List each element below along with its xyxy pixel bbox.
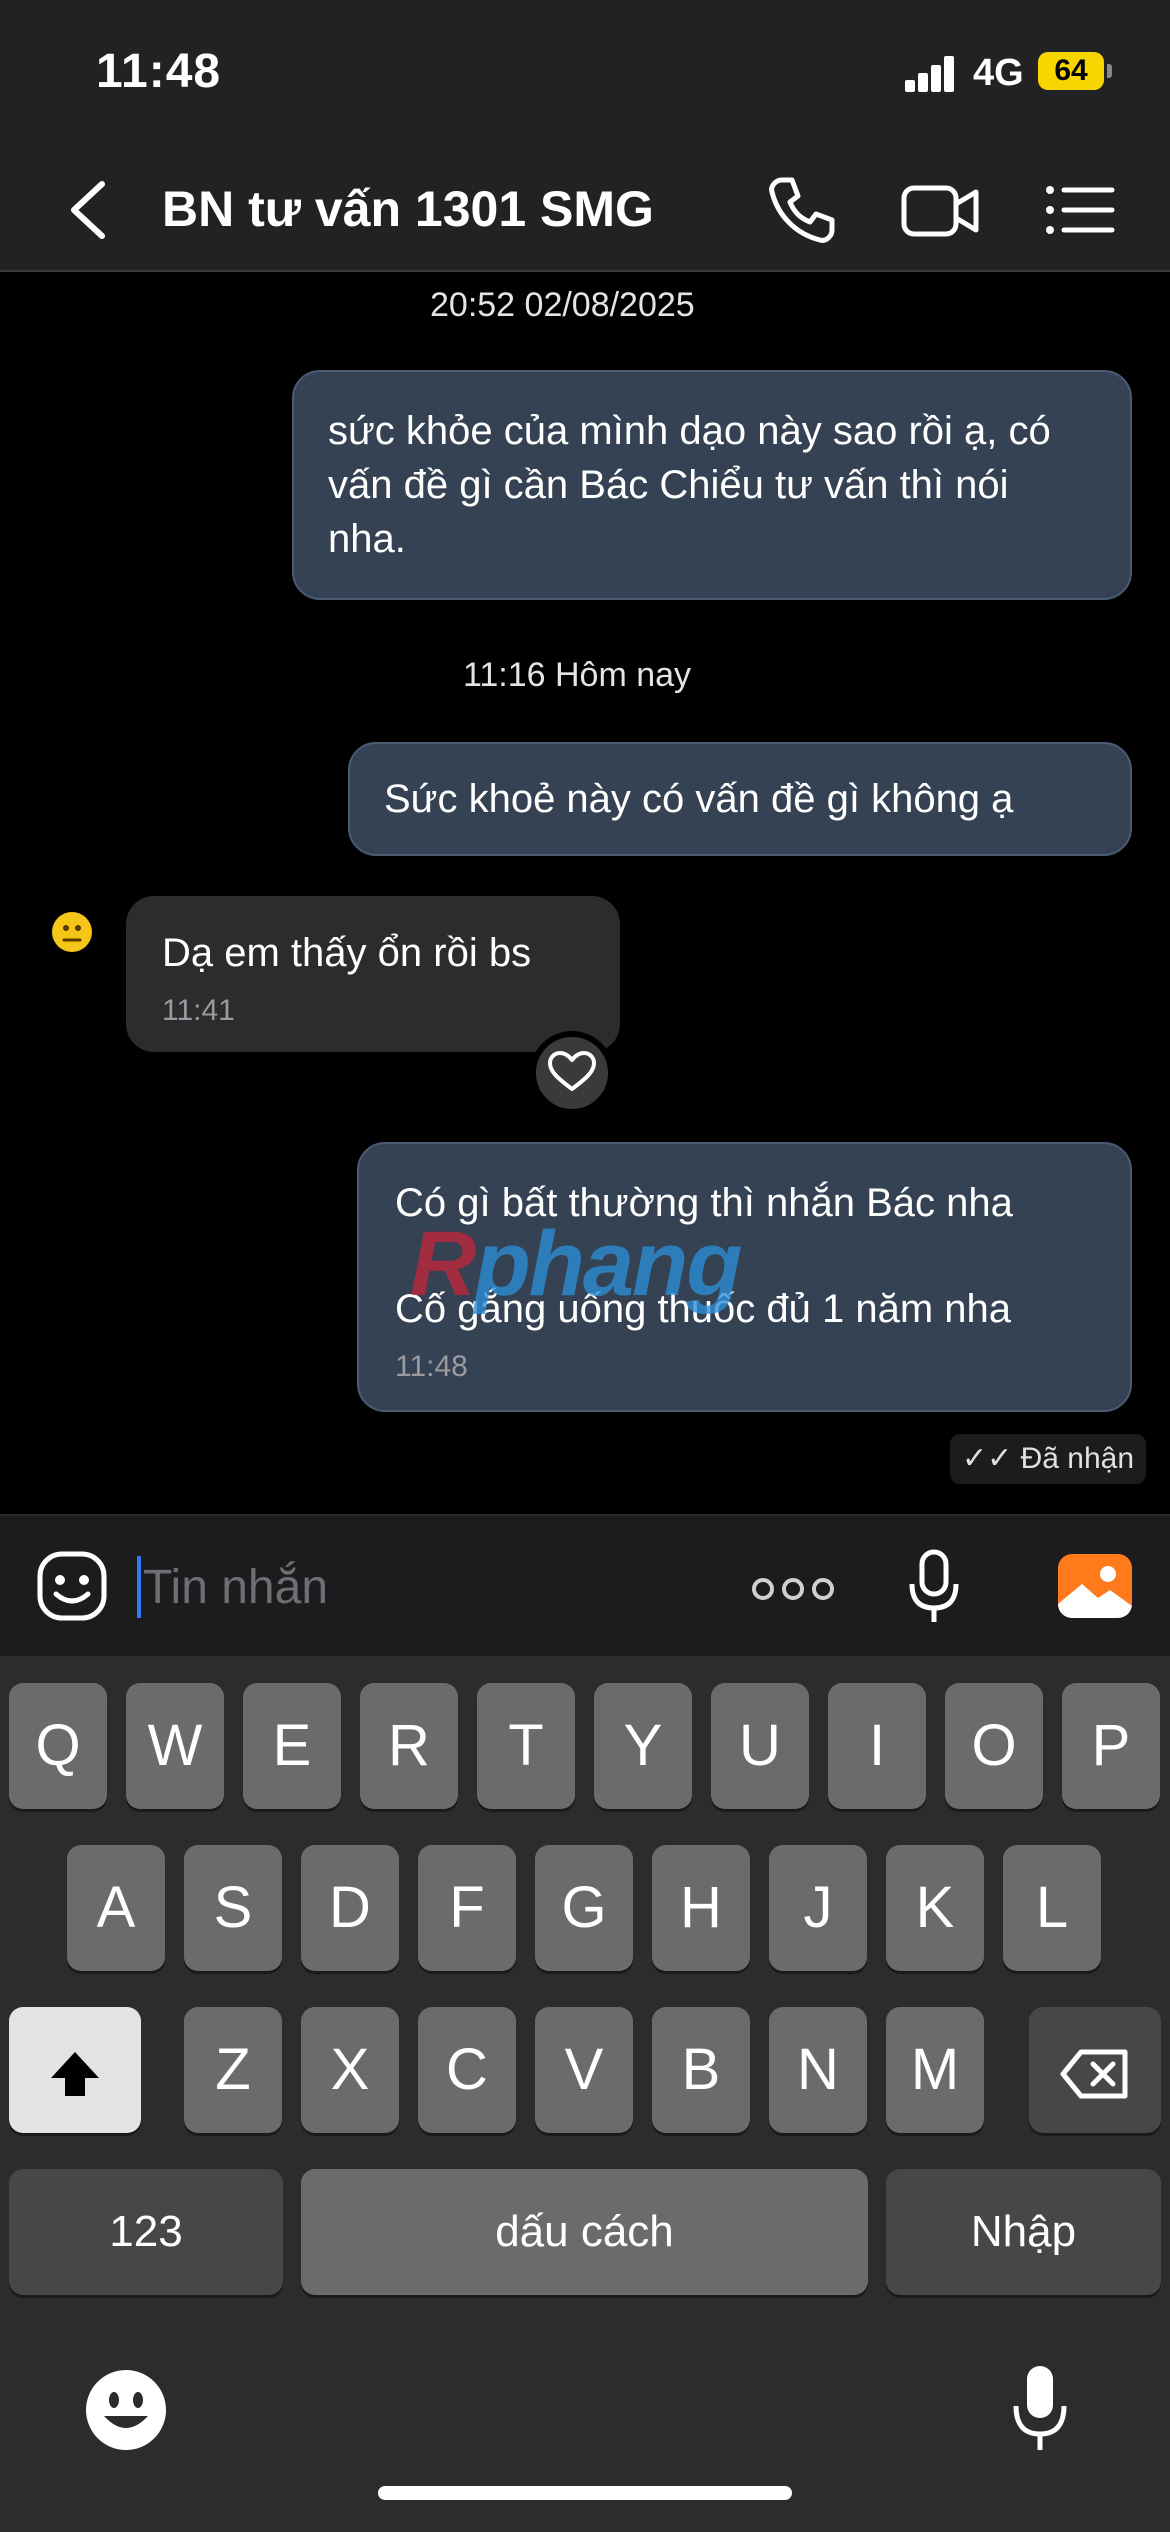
dictation-microphone-icon[interactable] [1010, 2364, 1070, 2456]
video-call-icon[interactable] [900, 170, 980, 250]
key-o[interactable]: O [945, 1683, 1043, 1809]
key-y[interactable]: Y [594, 1683, 692, 1809]
key-u[interactable]: U [711, 1683, 809, 1809]
key-q[interactable]: Q [9, 1683, 107, 1809]
key-n[interactable]: N [769, 2007, 867, 2133]
text-cursor [137, 1556, 141, 1618]
message-text: Dạ em thấy ổn rồi bs [162, 931, 532, 975]
key-g[interactable]: G [535, 1845, 633, 1971]
status-time: 11:48 [96, 45, 222, 98]
double-check-icon: ✓✓ [962, 1442, 1013, 1475]
key-k[interactable]: K [886, 1845, 984, 1971]
avatar[interactable] [52, 912, 92, 952]
chat-header: BN tư vấn 1301 SMG [0, 150, 1170, 272]
shift-key[interactable] [9, 2007, 141, 2133]
date-separator: 11:16 Hôm nay [463, 656, 692, 694]
key-j[interactable]: J [769, 1845, 867, 1971]
message-time: 11:41 [162, 994, 235, 1027]
key-z[interactable]: Z [184, 2007, 282, 2133]
outgoing-message[interactable]: sức khỏe của mình dạo này sao rồi ạ, có … [292, 370, 1132, 600]
sticker-icon[interactable] [36, 1550, 108, 1622]
image-picker-icon[interactable] [1058, 1554, 1132, 1618]
message-input-bar: Tin nhắn [0, 1514, 1170, 1656]
key-l[interactable]: L [1003, 1845, 1101, 1971]
message-input[interactable]: Tin nhắn [143, 1560, 328, 1615]
key-x[interactable]: X [301, 2007, 399, 2133]
key-v[interactable]: V [535, 2007, 633, 2133]
microphone-icon[interactable] [906, 1548, 962, 1628]
key-r[interactable]: R [360, 1683, 458, 1809]
network-type: 4G [973, 52, 1024, 94]
delete-key[interactable] [1029, 2007, 1161, 2133]
battery-icon: 64 [1038, 52, 1104, 90]
numbers-key[interactable]: 123 [9, 2169, 283, 2295]
list-menu-icon[interactable] [1040, 170, 1120, 250]
key-b[interactable]: B [652, 2007, 750, 2133]
message-text: sức khỏe của mình dạo này sao rồi ạ, có … [328, 409, 1051, 561]
message-text: Có gì bất thường thì nhắn Bác nha [395, 1181, 1013, 1225]
key-e[interactable]: E [243, 1683, 341, 1809]
key-h[interactable]: H [652, 1845, 750, 1971]
delivery-status: ✓✓ Đã nhận [950, 1434, 1147, 1484]
keyboard: Q W E R T Y U I O P A S D F G H J K L Z … [0, 1656, 1170, 2532]
key-w[interactable]: W [126, 1683, 224, 1809]
battery-tip [1107, 64, 1112, 78]
back-chevron-icon[interactable] [62, 178, 114, 242]
conversation-title[interactable]: BN tư vấn 1301 SMG [162, 180, 654, 238]
status-bar: 11:48 4G 64 [0, 0, 1170, 150]
space-key[interactable]: dấu cách [301, 2169, 868, 2295]
heart-reaction-icon[interactable] [530, 1031, 614, 1115]
incoming-message[interactable]: Dạ em thấy ổn rồi bs 11:41 [126, 896, 620, 1052]
enter-key[interactable]: Nhập [886, 2169, 1161, 2295]
outgoing-message[interactable]: Sức khoẻ này có vấn đề gì không ạ [348, 742, 1132, 856]
more-options-icon[interactable] [752, 1578, 834, 1602]
key-f[interactable]: F [418, 1845, 516, 1971]
signal-icon [905, 56, 955, 92]
outgoing-message[interactable]: Có gì bất thường thì nhắn Bác nha Cố gắn… [357, 1142, 1132, 1412]
home-indicator[interactable] [378, 2486, 792, 2500]
key-m[interactable]: M [886, 2007, 984, 2133]
key-c[interactable]: C [418, 2007, 516, 2133]
key-a[interactable]: A [67, 1845, 165, 1971]
key-t[interactable]: T [477, 1683, 575, 1809]
message-time: 11:48 [395, 1350, 468, 1383]
key-s[interactable]: S [184, 1845, 282, 1971]
date-separator: 20:52 02/08/2025 [430, 286, 695, 324]
message-text: Sức khoẻ này có vấn đề gì không ạ [384, 777, 1014, 821]
message-list[interactable]: 20:52 02/08/2025 sức khỏe của mình dạo n… [0, 272, 1170, 1514]
key-p[interactable]: P [1062, 1683, 1160, 1809]
key-d[interactable]: D [301, 1845, 399, 1971]
phone-icon[interactable] [760, 170, 840, 250]
message-text: Cố gắng uống thuốc đủ 1 năm nha [395, 1287, 1012, 1331]
emoji-icon[interactable] [84, 2368, 168, 2452]
key-i[interactable]: I [828, 1683, 926, 1809]
